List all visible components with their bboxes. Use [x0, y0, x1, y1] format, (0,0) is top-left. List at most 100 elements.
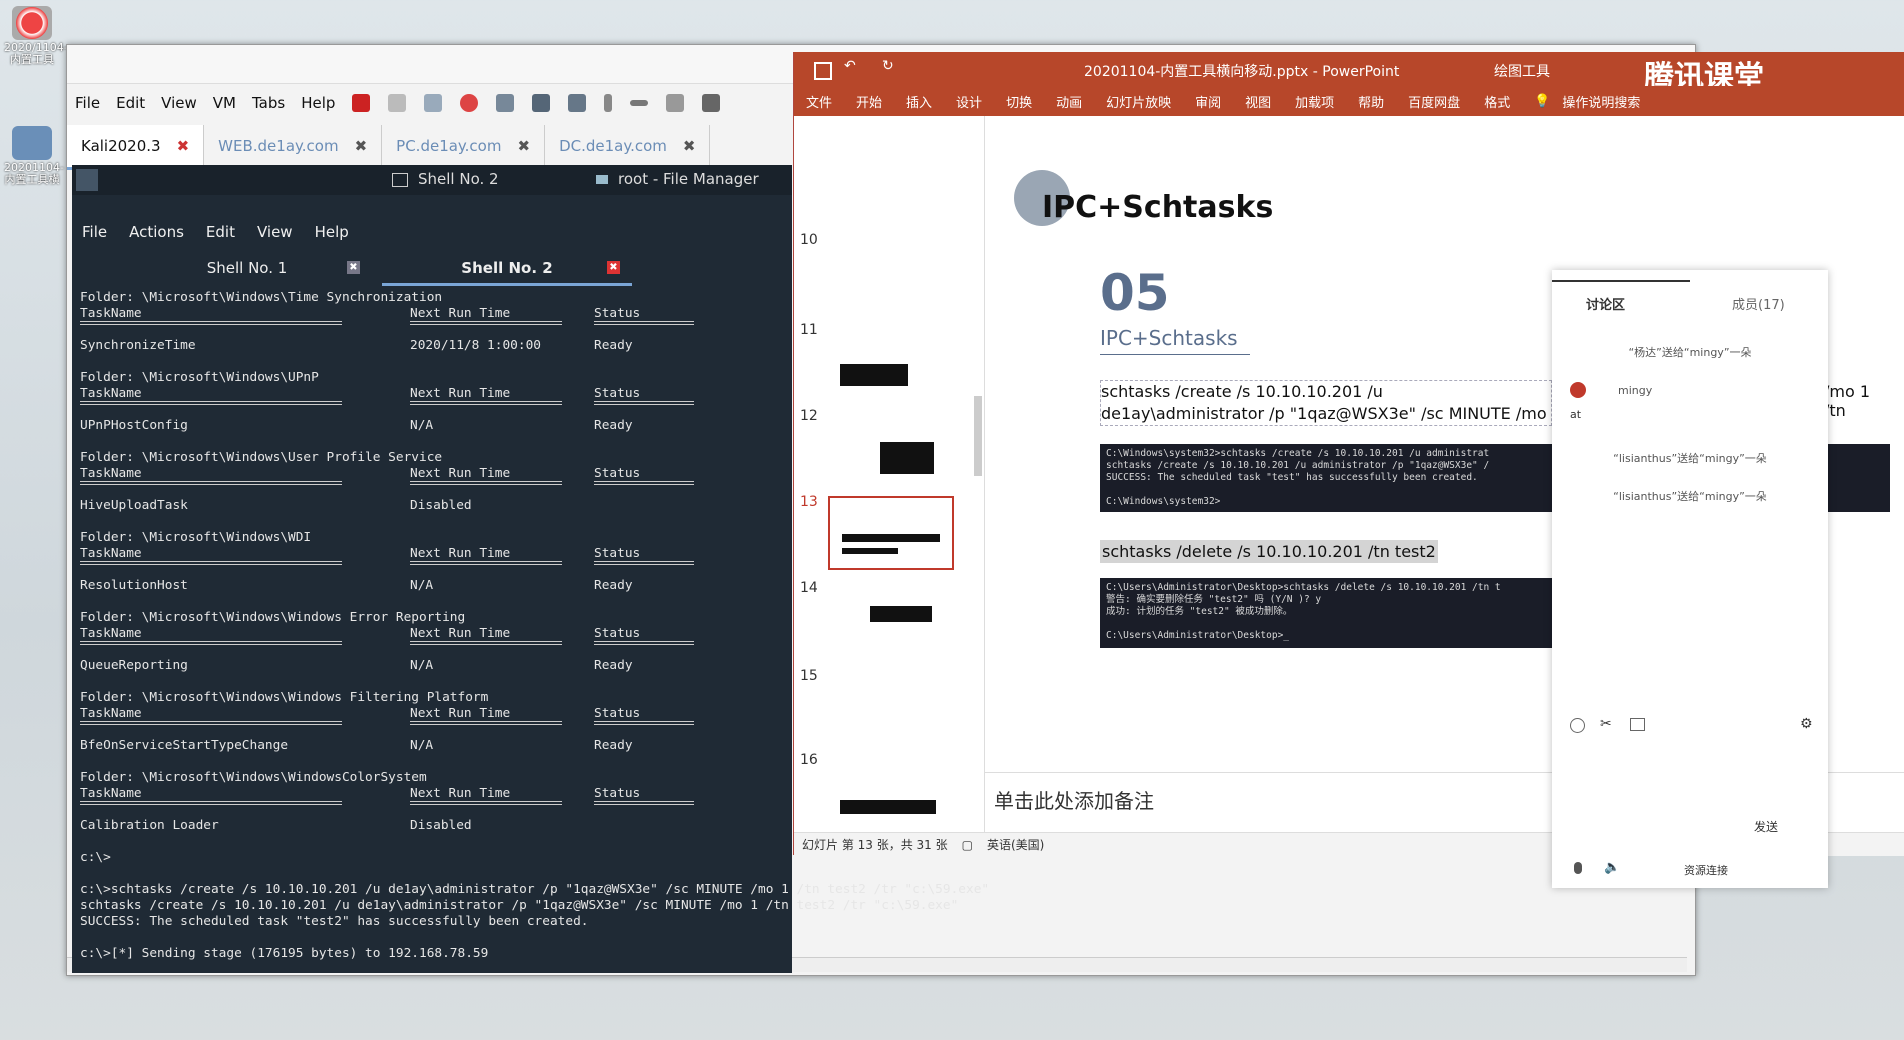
members-tab[interactable]: 成员(17)	[1732, 294, 1785, 313]
slide-thumbnail[interactable]	[830, 338, 950, 406]
slide-thumbnail[interactable]	[830, 756, 950, 824]
ribbon-tab[interactable]: 动画	[1056, 92, 1082, 111]
term-menu-file[interactable]: File	[82, 223, 107, 241]
settings-icon[interactable]: ⚙	[1800, 716, 1813, 732]
menu-edit[interactable]: Edit	[116, 94, 145, 112]
ribbon-tab[interactable]: 帮助	[1358, 92, 1384, 111]
close-icon[interactable]: ✖	[517, 137, 530, 155]
speaker-icon[interactable]: 🔈	[1604, 860, 1620, 875]
term-menu-help[interactable]: Help	[315, 223, 349, 241]
thumb-number: 15	[800, 668, 818, 684]
console-icon[interactable]	[630, 100, 649, 106]
play-icon[interactable]	[424, 94, 443, 112]
tab-kali[interactable]: Kali2020.3 ✖	[67, 125, 205, 170]
discussion-panel: 讨论区 成员(17) “杨达”送给“mingy”一朵 mingy at “lis…	[1552, 270, 1828, 888]
suspend-icon[interactable]	[388, 94, 407, 112]
ribbon-tab[interactable]: 视图	[1245, 92, 1271, 111]
tab-web[interactable]: WEB.de1ay.com ✖	[204, 125, 383, 167]
folder-path: Folder: \Microsoft\Windows\WDI	[80, 530, 312, 545]
command-text-2[interactable]: schtasks /delete /s 10.10.10.201 /tn tes…	[1100, 540, 1438, 563]
chat-input[interactable]	[1562, 740, 1818, 810]
send-button[interactable]: 发送	[1754, 818, 1778, 835]
language-indicator[interactable]: 英语(美国)	[987, 836, 1044, 853]
power-icon[interactable]	[352, 94, 371, 112]
col-next-run: Next Run Time	[410, 306, 511, 321]
term-menu-edit[interactable]: Edit	[206, 223, 235, 241]
notes-placeholder: 单击此处添加备注	[994, 789, 1154, 813]
shell-tab-label: Shell No. 1	[206, 259, 288, 277]
tab-dc[interactable]: DC.de1ay.com ✖	[545, 125, 711, 167]
ribbon-tab[interactable]: 插入	[906, 92, 932, 111]
spellcheck-icon[interactable]: ▢	[962, 838, 973, 852]
close-icon[interactable]: ✖	[347, 261, 360, 274]
menu-view[interactable]: View	[161, 94, 197, 112]
slide-thumbnail-pane[interactable]: 10 11 12 13 14 15 16 17	[794, 116, 985, 854]
ribbon-tab[interactable]: 格式	[1484, 92, 1510, 111]
snapshot-manager-icon[interactable]	[532, 94, 551, 112]
image-icon[interactable]	[1630, 718, 1645, 731]
menu-help[interactable]: Help	[301, 94, 335, 112]
tab-pc[interactable]: PC.de1ay.com ✖	[382, 125, 546, 167]
desktop-icon-1[interactable]: 2020/1104- 内置工具	[4, 6, 68, 66]
clone-icon[interactable]	[568, 94, 587, 112]
ribbon-tab[interactable]: 文件	[806, 92, 832, 111]
term-menu-view[interactable]: View	[257, 223, 293, 241]
revert-icon[interactable]	[460, 94, 479, 112]
close-icon[interactable]: ✖	[607, 261, 620, 274]
slide-thumbnail[interactable]	[830, 586, 950, 654]
kali-menu-icon[interactable]	[76, 169, 98, 191]
col-status: Status	[594, 546, 641, 561]
ribbon-tab[interactable]: 百度网盘	[1408, 92, 1460, 111]
ribbon-tab[interactable]: 幻灯片放映	[1106, 92, 1171, 111]
task-name: UPnPHostConfig	[80, 418, 188, 433]
library-icon[interactable]	[604, 94, 613, 112]
close-icon[interactable]: ✖	[355, 137, 368, 155]
slide-counter: 幻灯片 第 13 张，共 31 张	[802, 838, 948, 852]
ribbon-tab[interactable]: 审阅	[1195, 92, 1221, 111]
tell-me-search[interactable]: 操作说明搜索	[1562, 92, 1640, 111]
slide-thumbnail[interactable]	[830, 416, 950, 484]
scissors-icon[interactable]: ✂	[1600, 716, 1612, 732]
task-shell-2[interactable]: Shell No. 2	[418, 170, 499, 188]
close-icon[interactable]: ✖	[177, 137, 190, 155]
desktop-icon-2[interactable]: 20201104- 内置工具横	[4, 126, 64, 186]
task-status: Ready	[594, 658, 633, 673]
menu-file[interactable]: File	[75, 94, 100, 112]
ppt-title-text: 20201104-内置工具横向移动.pptx - PowerPoint	[1084, 64, 1400, 80]
resource-link[interactable]: 资源连接	[1684, 862, 1728, 878]
section-title: IPC+Schtasks	[1100, 326, 1238, 350]
fullscreen-icon[interactable]	[666, 94, 685, 112]
shell-tab-2[interactable]: Shell No. 2 ✖	[382, 253, 632, 286]
app-icon	[12, 6, 52, 40]
col-taskname: TaskName	[80, 466, 142, 481]
ribbon-tab[interactable]: 设计	[956, 92, 982, 111]
save-icon[interactable]	[814, 62, 832, 80]
menu-tabs[interactable]: Tabs	[252, 94, 285, 112]
terminal-text: c:\>	[80, 850, 111, 865]
snapshot-icon[interactable]	[496, 94, 515, 112]
undo-icon[interactable]: ↶	[844, 58, 856, 74]
thumb-scrollbar[interactable]	[974, 396, 982, 476]
term-menu-actions[interactable]: Actions	[129, 223, 184, 241]
menu-vm[interactable]: VM	[213, 94, 236, 112]
close-icon[interactable]: ✖	[683, 137, 696, 155]
command-text-1[interactable]: schtasks /create /s 10.10.10.201 /u de1a…	[1100, 380, 1552, 426]
ribbon-tab[interactable]: 加载项	[1295, 92, 1334, 111]
lightbulb-icon: 💡	[1534, 93, 1551, 109]
ribbon-tab[interactable]: 切换	[1006, 92, 1032, 111]
section-underline	[1100, 354, 1250, 355]
console-screenshot-1: C:\Windows\system32>schtasks /create /s …	[1100, 444, 1562, 512]
ribbon-tab[interactable]: 开始	[856, 92, 882, 111]
discussion-tab[interactable]: 讨论区	[1586, 294, 1625, 313]
shell-tab-1[interactable]: Shell No. 1 ✖	[122, 253, 372, 283]
folder-path: Folder: \Microsoft\Windows\User Profile …	[80, 450, 443, 465]
redo-icon[interactable]: ↻	[882, 58, 894, 74]
unity-icon[interactable]	[702, 94, 721, 112]
slide-thumbnail-selected[interactable]	[828, 496, 954, 570]
emoji-icon[interactable]	[1570, 718, 1585, 733]
mic-icon[interactable]	[1574, 862, 1582, 874]
task-file-manager[interactable]: root - File Manager	[618, 170, 759, 188]
col-next-run: Next Run Time	[410, 466, 511, 481]
kali-top-panel: Shell No. 2 root - File Manager	[72, 165, 792, 195]
console-screenshot-2: C:\Users\Administrator\Desktop>schtasks …	[1100, 578, 1562, 648]
